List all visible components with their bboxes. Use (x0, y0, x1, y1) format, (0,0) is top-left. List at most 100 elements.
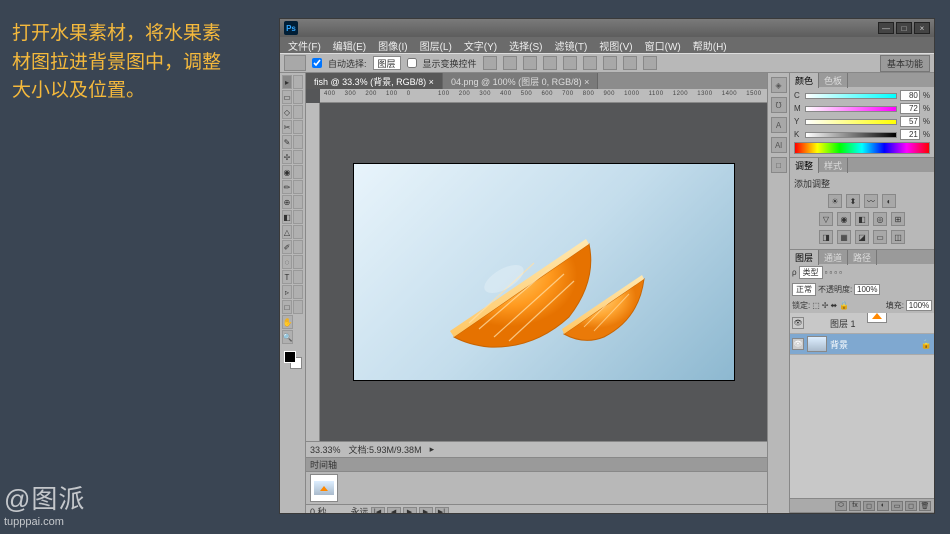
color-slider[interactable] (805, 106, 897, 112)
levels-icon[interactable]: ⬍ (846, 194, 860, 208)
lock-icon[interactable]: ✢ (822, 301, 829, 310)
workspace-switcher[interactable]: 基本功能 (880, 55, 930, 72)
layer-row[interactable]: 👁背景🔒 (790, 334, 934, 355)
channel-value[interactable]: 72 (900, 103, 920, 114)
hue-icon[interactable]: ◉ (837, 212, 851, 226)
tool-button[interactable]: ✋ (282, 315, 293, 329)
filter-kind[interactable]: 类型 (799, 266, 823, 279)
tool-button[interactable]: ✐ (282, 240, 292, 254)
tool-button[interactable] (293, 300, 303, 314)
delete-layer-icon[interactable]: 🗑 (919, 501, 931, 511)
vibrance-icon[interactable]: ▽ (819, 212, 833, 226)
menu-item[interactable]: 选择(S) (505, 38, 546, 53)
current-tool-icon[interactable] (284, 55, 306, 71)
visibility-icon[interactable]: 👁 (792, 317, 804, 329)
layer-style-icon[interactable]: fx (849, 501, 861, 511)
tool-button[interactable] (293, 255, 303, 269)
visibility-icon[interactable]: 👁 (792, 338, 804, 350)
tool-button[interactable]: ✎ (282, 135, 292, 149)
channel-value[interactable]: 21 (900, 129, 920, 140)
tool-button[interactable]: □ (282, 300, 292, 314)
blend-mode[interactable]: 正常 (792, 283, 816, 296)
menu-item[interactable]: 编辑(E) (329, 38, 370, 53)
tool-button[interactable] (293, 120, 303, 134)
timeline-tab[interactable]: 时间轴 (310, 458, 337, 471)
last-frame-button[interactable]: ▶| (435, 507, 449, 514)
dock-panel-icon[interactable]: Al (771, 137, 787, 153)
tool-button[interactable] (293, 135, 303, 149)
menu-item[interactable]: 滤镜(T) (551, 38, 592, 53)
tool-button[interactable]: ⊕ (282, 195, 292, 209)
tool-button[interactable] (293, 165, 303, 179)
auto-select-target[interactable]: 图层 (373, 56, 401, 70)
distribute-icon[interactable] (643, 56, 657, 70)
tool-button[interactable]: ▸ (282, 75, 292, 89)
dock-panel-icon[interactable]: A (771, 117, 787, 133)
channel-value[interactable]: 80 (900, 90, 920, 101)
tool-button[interactable] (293, 105, 303, 119)
tool-button[interactable]: ◇ (282, 105, 292, 119)
close-button[interactable]: × (914, 22, 930, 34)
menu-item[interactable]: 文件(F) (284, 38, 325, 53)
new-layer-icon[interactable]: ◻ (905, 501, 917, 511)
minimize-button[interactable]: — (878, 22, 894, 34)
layer-name[interactable]: 背景 (830, 338, 848, 351)
dock-panel-icon[interactable]: ℧ (771, 97, 787, 113)
tool-button[interactable] (293, 195, 303, 209)
tool-button[interactable]: ✏ (282, 180, 292, 194)
tool-button[interactable]: 🔍 (282, 330, 293, 344)
align-icon[interactable] (543, 56, 557, 70)
prev-frame-button[interactable]: ◀ (387, 507, 401, 514)
color-slider[interactable] (805, 132, 897, 138)
align-icon[interactable] (483, 56, 497, 70)
document-tab[interactable]: 04.png @ 100% (图层 0, RGB/8) × (443, 73, 598, 89)
swatches-tab[interactable]: 色板 (819, 73, 848, 88)
menu-item[interactable]: 图层(L) (416, 38, 456, 53)
auto-select-checkbox[interactable] (312, 58, 322, 68)
distribute-icon[interactable] (603, 56, 617, 70)
document-tab[interactable]: fish @ 33.3% (背景, RGB/8) × (306, 73, 443, 89)
tool-button[interactable] (293, 150, 303, 164)
lock-icon[interactable]: 🔒 (839, 301, 849, 310)
tool-button[interactable] (293, 75, 303, 89)
tool-button[interactable] (293, 180, 303, 194)
timeline-frame[interactable] (310, 474, 338, 502)
tool-button[interactable]: ◌ (282, 255, 292, 269)
brightness-icon[interactable]: ☀ (828, 194, 842, 208)
foreground-color[interactable] (284, 351, 296, 363)
tool-button[interactable] (293, 270, 303, 284)
align-icon[interactable] (583, 56, 597, 70)
filter-icon[interactable]: ▫ (839, 268, 842, 277)
maximize-button[interactable]: □ (896, 22, 912, 34)
chevron-right-icon[interactable]: ▸ (430, 444, 435, 455)
posterize-icon[interactable]: ▦ (837, 230, 851, 244)
play-button[interactable]: ▶ (403, 507, 417, 514)
tool-button[interactable]: T (282, 270, 292, 284)
align-icon[interactable] (523, 56, 537, 70)
distribute-icon[interactable] (623, 56, 637, 70)
tool-button[interactable]: ◉ (282, 165, 292, 179)
bw-icon[interactable]: ◧ (855, 212, 869, 226)
menu-item[interactable]: 图像(I) (374, 38, 411, 53)
filter-icon[interactable]: ▫ (834, 268, 837, 277)
dock-panel-icon[interactable]: ◈ (771, 77, 787, 93)
selective-color-icon[interactable]: ◫ (891, 230, 905, 244)
filter-icon[interactable]: ▫ (829, 268, 832, 277)
menu-item[interactable]: 帮助(H) (689, 38, 731, 53)
transform-controls-checkbox[interactable] (407, 58, 417, 68)
menu-item[interactable]: 文字(Y) (460, 38, 501, 53)
color-tab[interactable]: 颜色 (790, 73, 819, 88)
tool-button[interactable]: ✢ (282, 150, 292, 164)
adjustments-tab[interactable]: 调整 (790, 158, 819, 173)
adjustment-layer-icon[interactable]: ◐ (877, 501, 889, 511)
menu-item[interactable]: 视图(V) (595, 38, 636, 53)
orange-fruit-image[interactable] (434, 219, 654, 359)
tool-button[interactable] (293, 285, 303, 299)
tool-button[interactable] (293, 225, 303, 239)
paths-tab[interactable]: 路径 (848, 250, 877, 265)
invert-icon[interactable]: ◨ (819, 230, 833, 244)
gradient-map-icon[interactable]: ▭ (873, 230, 887, 244)
layer-thumbnail[interactable] (867, 313, 887, 323)
photo-filter-icon[interactable]: ◎ (873, 212, 887, 226)
channels-tab[interactable]: 通道 (819, 250, 848, 265)
